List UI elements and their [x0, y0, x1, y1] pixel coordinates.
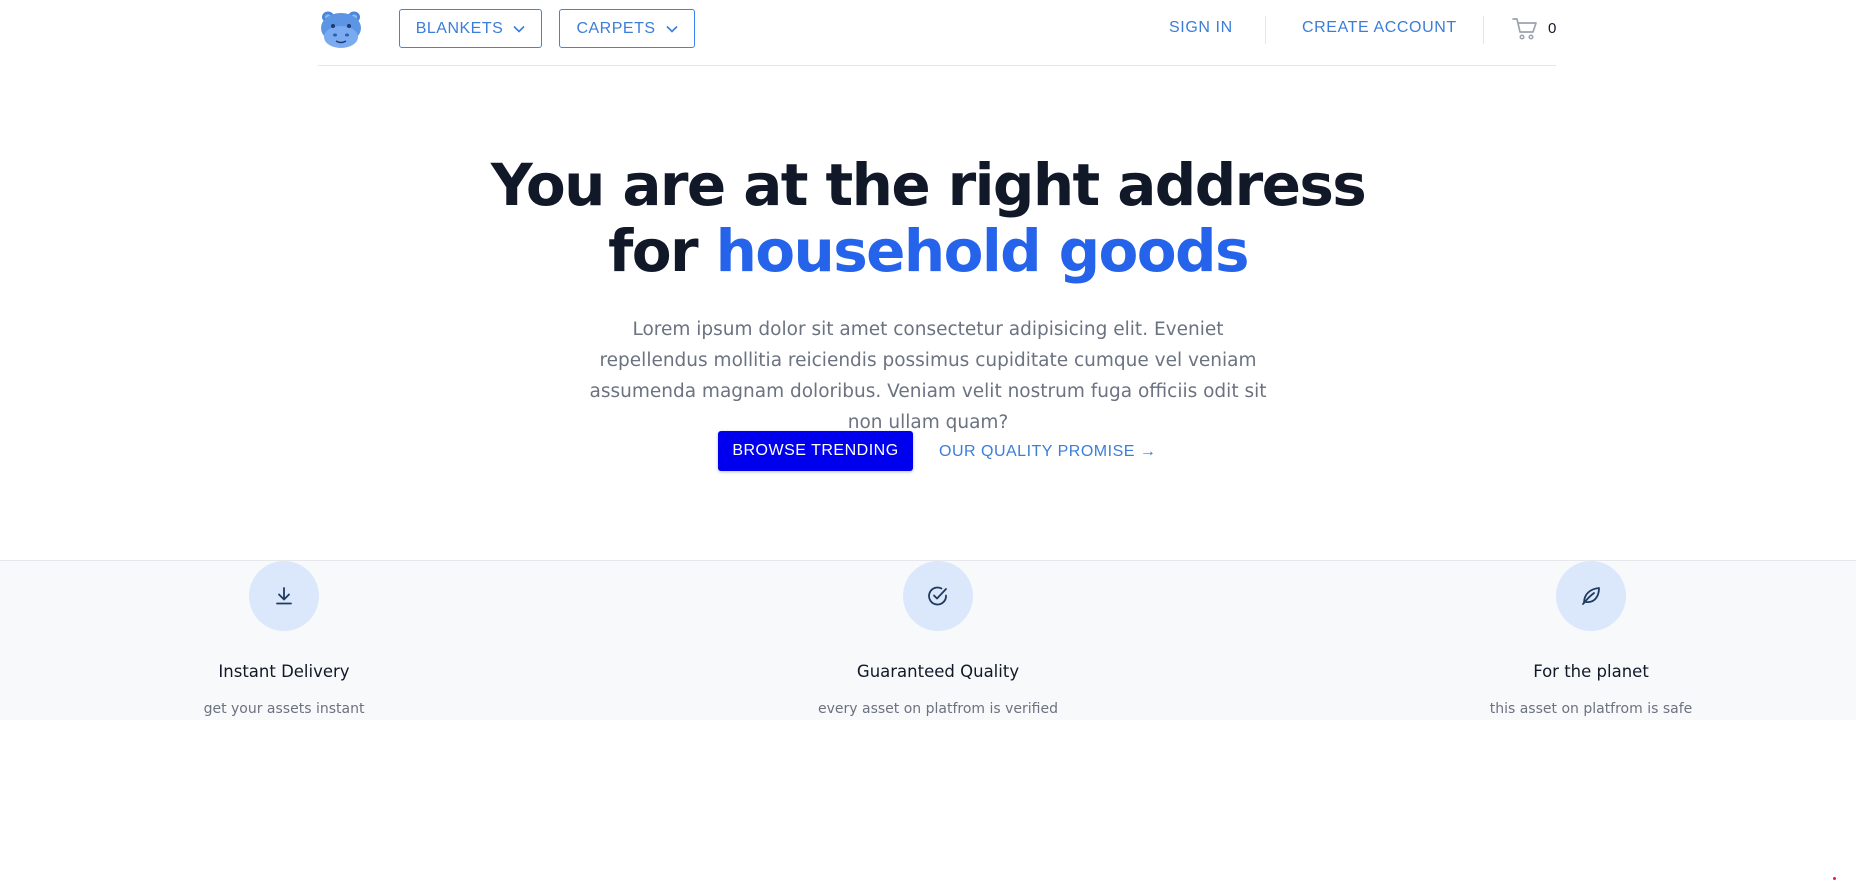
hero-title-line1: You are at the right address: [490, 151, 1367, 219]
hero-title: You are at the right address for househo…: [0, 152, 1856, 284]
chevron-down-icon: [513, 25, 525, 33]
feature-subtitle: get your assets instant: [203, 701, 365, 717]
nav-divider: [1265, 16, 1266, 44]
feature-icon-circle: [1556, 561, 1626, 631]
feature-title: Instant Delivery: [218, 662, 350, 681]
feature-icon-circle: [903, 561, 973, 631]
carpets-dropdown-button[interactable]: CARPETS: [559, 9, 695, 48]
hippo-logo-icon[interactable]: [318, 8, 364, 50]
nav-divider: [1483, 16, 1484, 44]
hero-title-line2-prefix: for: [608, 217, 716, 285]
site-header: BLANKETS CARPETS SIGN IN CREATE ACCOUNT …: [318, 0, 1556, 66]
sign-in-link[interactable]: SIGN IN: [1169, 19, 1233, 37]
chevron-down-icon: [665, 25, 678, 33]
download-icon: [276, 587, 292, 605]
feature-icon-circle: [249, 561, 319, 631]
hero-title-accent: household goods: [715, 217, 1250, 285]
carpets-label: CARPETS: [576, 19, 656, 37]
feature-subtitle: this asset on platfrom is safe: [1489, 701, 1693, 717]
blankets-dropdown-button[interactable]: BLANKETS: [399, 9, 542, 48]
create-account-link[interactable]: CREATE ACCOUNT: [1302, 19, 1457, 37]
hero-description: Lorem ipsum dolor sit amet consectetur a…: [589, 319, 1267, 433]
feature-title: Guaranteed Quality: [856, 662, 1020, 681]
features-section: Instant Delivery get your assets instant…: [0, 560, 1856, 720]
quality-promise-link[interactable]: OUR QUALITY PROMISE →: [939, 443, 1156, 461]
corner-dot: [1833, 877, 1836, 880]
blankets-label: BLANKETS: [415, 19, 504, 37]
cart-count: 0: [1548, 20, 1557, 37]
feature-subtitle: every asset on platfrom is verified: [818, 701, 1058, 717]
shopping-cart-icon[interactable]: [1512, 17, 1538, 41]
feature-title: For the planet: [1533, 662, 1649, 681]
check-circle-icon: [928, 586, 947, 606]
browse-trending-button[interactable]: BROWSE TRENDING: [718, 431, 913, 471]
leaf-icon: [1582, 587, 1600, 605]
